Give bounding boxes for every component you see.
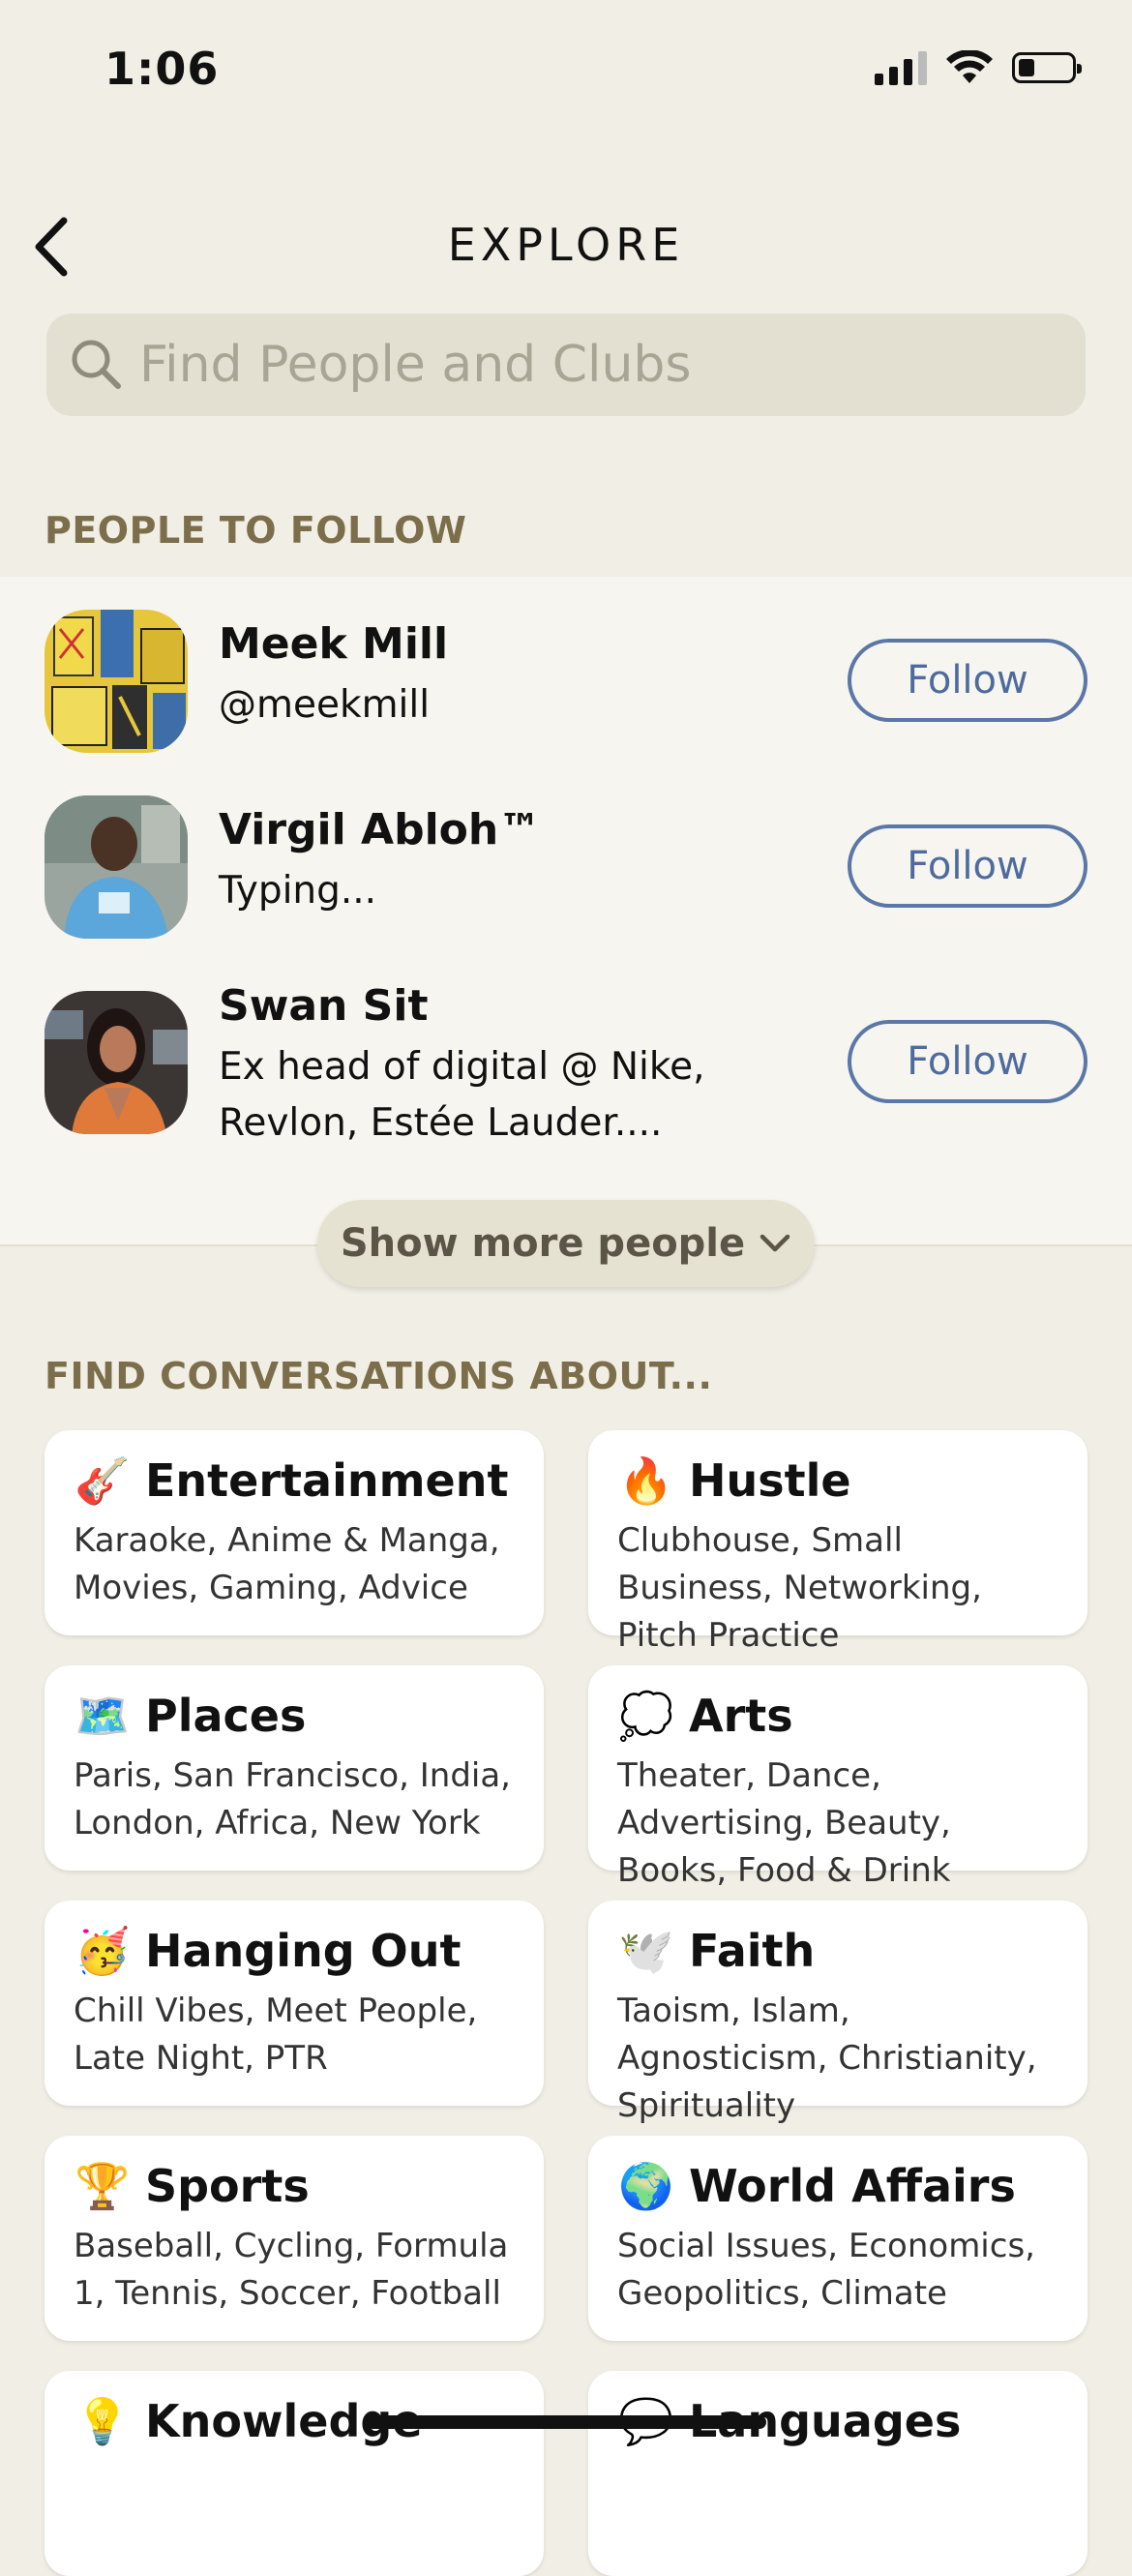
show-more-label: Show more people: [340, 1221, 746, 1266]
follow-button[interactable]: Follow: [848, 639, 1087, 722]
topic-card-places[interactable]: 🗺️ Places Paris, San Francisco, India, Lo…: [45, 1665, 544, 1871]
topic-description: Chill Vibes, Meet People, Late Night, PT…: [74, 1992, 478, 2078]
show-more-people-button[interactable]: Show more people: [317, 1200, 815, 1287]
map-icon: 🗺️: [74, 1690, 131, 1742]
search-input[interactable]: [137, 335, 1070, 395]
thought-bubble-icon: 💭: [618, 1690, 674, 1742]
topic-card-faith[interactable]: 🕊️ Faith Taoism, Islam, Agnosticism, Chri…: [588, 1901, 1087, 2125]
topic-title: Hustle: [689, 1454, 851, 1507]
person-name: Virgil Abloh™: [219, 805, 542, 854]
page-title: EXPLORE: [447, 219, 685, 271]
conversations-section-label: FIND CONVERSATIONS ABOUT...: [45, 1355, 713, 1397]
trophy-icon: 🏆: [74, 2160, 131, 2212]
follow-button[interactable]: Follow: [848, 824, 1087, 908]
topic-description: Social Issues, Economics, Geopolitics, C…: [617, 2227, 1035, 2313]
topic-card-entertainment[interactable]: 🎸 Entertainment Karaoke, Anime & Manga, M…: [45, 1430, 544, 1635]
person-bio: Ex head of digital @ Nike, Revlon, Estée…: [219, 1045, 705, 1145]
topic-card-hustle[interactable]: 🔥 Hustle Clubhouse, Small Business, Netwo…: [588, 1430, 1087, 1655]
battery-icon: [1012, 52, 1082, 83]
person-handle: @meekmill: [219, 683, 431, 727]
wifi-icon: [946, 50, 993, 83]
topic-card-world-affairs[interactable]: 🌍 World Affairs Social Issues, Economics,…: [588, 2136, 1087, 2341]
search-icon: [72, 340, 121, 389]
topic-title: Faith: [689, 1925, 816, 1977]
avatar[interactable]: [45, 610, 188, 753]
home-indicator[interactable]: [366, 2415, 766, 2429]
avatar[interactable]: [45, 991, 188, 1134]
topic-card-arts[interactable]: 💭 Arts Theater, Dance, Advertising, Beaut…: [588, 1665, 1087, 1890]
topic-title: Sports: [145, 2160, 310, 2212]
party-face-icon: 🥳: [74, 1925, 131, 1977]
person-status: Typing...: [219, 869, 377, 913]
follow-button[interactable]: Follow: [848, 1020, 1087, 1103]
topic-card-sports[interactable]: 🏆 Sports Baseball, Cycling, Formula 1, Te…: [45, 2136, 544, 2341]
search-bar[interactable]: [46, 314, 1086, 416]
topic-description: Taoism, Islam, Agnosticism, Christianity…: [617, 1992, 1037, 2125]
topic-description: Baseball, Cycling, Formula 1, Tennis, So…: [74, 2227, 509, 2313]
people-list: Meek Mill @meekmill Follow Virgil Abloh™…: [0, 577, 1132, 1246]
topic-description: Paris, San Francisco, India, London, Afr…: [74, 1756, 511, 1842]
status-icons: [875, 50, 1082, 85]
status-time: 1:06: [104, 43, 220, 95]
topic-description: Karaoke, Anime & Manga, Movies, Gaming, …: [74, 1521, 500, 1607]
avatar[interactable]: [45, 795, 188, 939]
topic-title: Hanging Out: [145, 1925, 462, 1977]
topic-title: Arts: [689, 1690, 793, 1742]
globe-icon: 🌍: [618, 2160, 674, 2212]
topic-description: Clubhouse, Small Business, Networking, P…: [617, 1521, 982, 1655]
dove-icon: 🕊️: [618, 1925, 674, 1977]
person-name: Swan Sit: [219, 981, 429, 1031]
person-name: Meek Mill: [219, 619, 449, 669]
topic-description: Theater, Dance, Advertising, Beauty, Boo…: [617, 1756, 951, 1890]
guitar-icon: 🎸: [74, 1454, 131, 1507]
fire-icon: 🔥: [618, 1454, 674, 1507]
cellular-signal-icon: [875, 50, 927, 85]
topic-card-languages[interactable]: 💬Languages: [588, 2371, 1087, 2576]
topic-title: Entertainment: [145, 1454, 509, 1507]
topic-title: World Affairs: [689, 2160, 1016, 2212]
light-bulb-icon: 💡: [74, 2395, 131, 2447]
chevron-down-icon: [760, 1234, 790, 1252]
people-section-label: PEOPLE TO FOLLOW: [45, 509, 467, 552]
topic-title: Places: [145, 1690, 307, 1742]
topic-card-knowledge[interactable]: 💡 Knowledge: [45, 2371, 544, 2576]
topic-card-hanging-out[interactable]: 🥳 Hanging Out Chill Vibes, Meet People, L…: [45, 1901, 544, 2106]
